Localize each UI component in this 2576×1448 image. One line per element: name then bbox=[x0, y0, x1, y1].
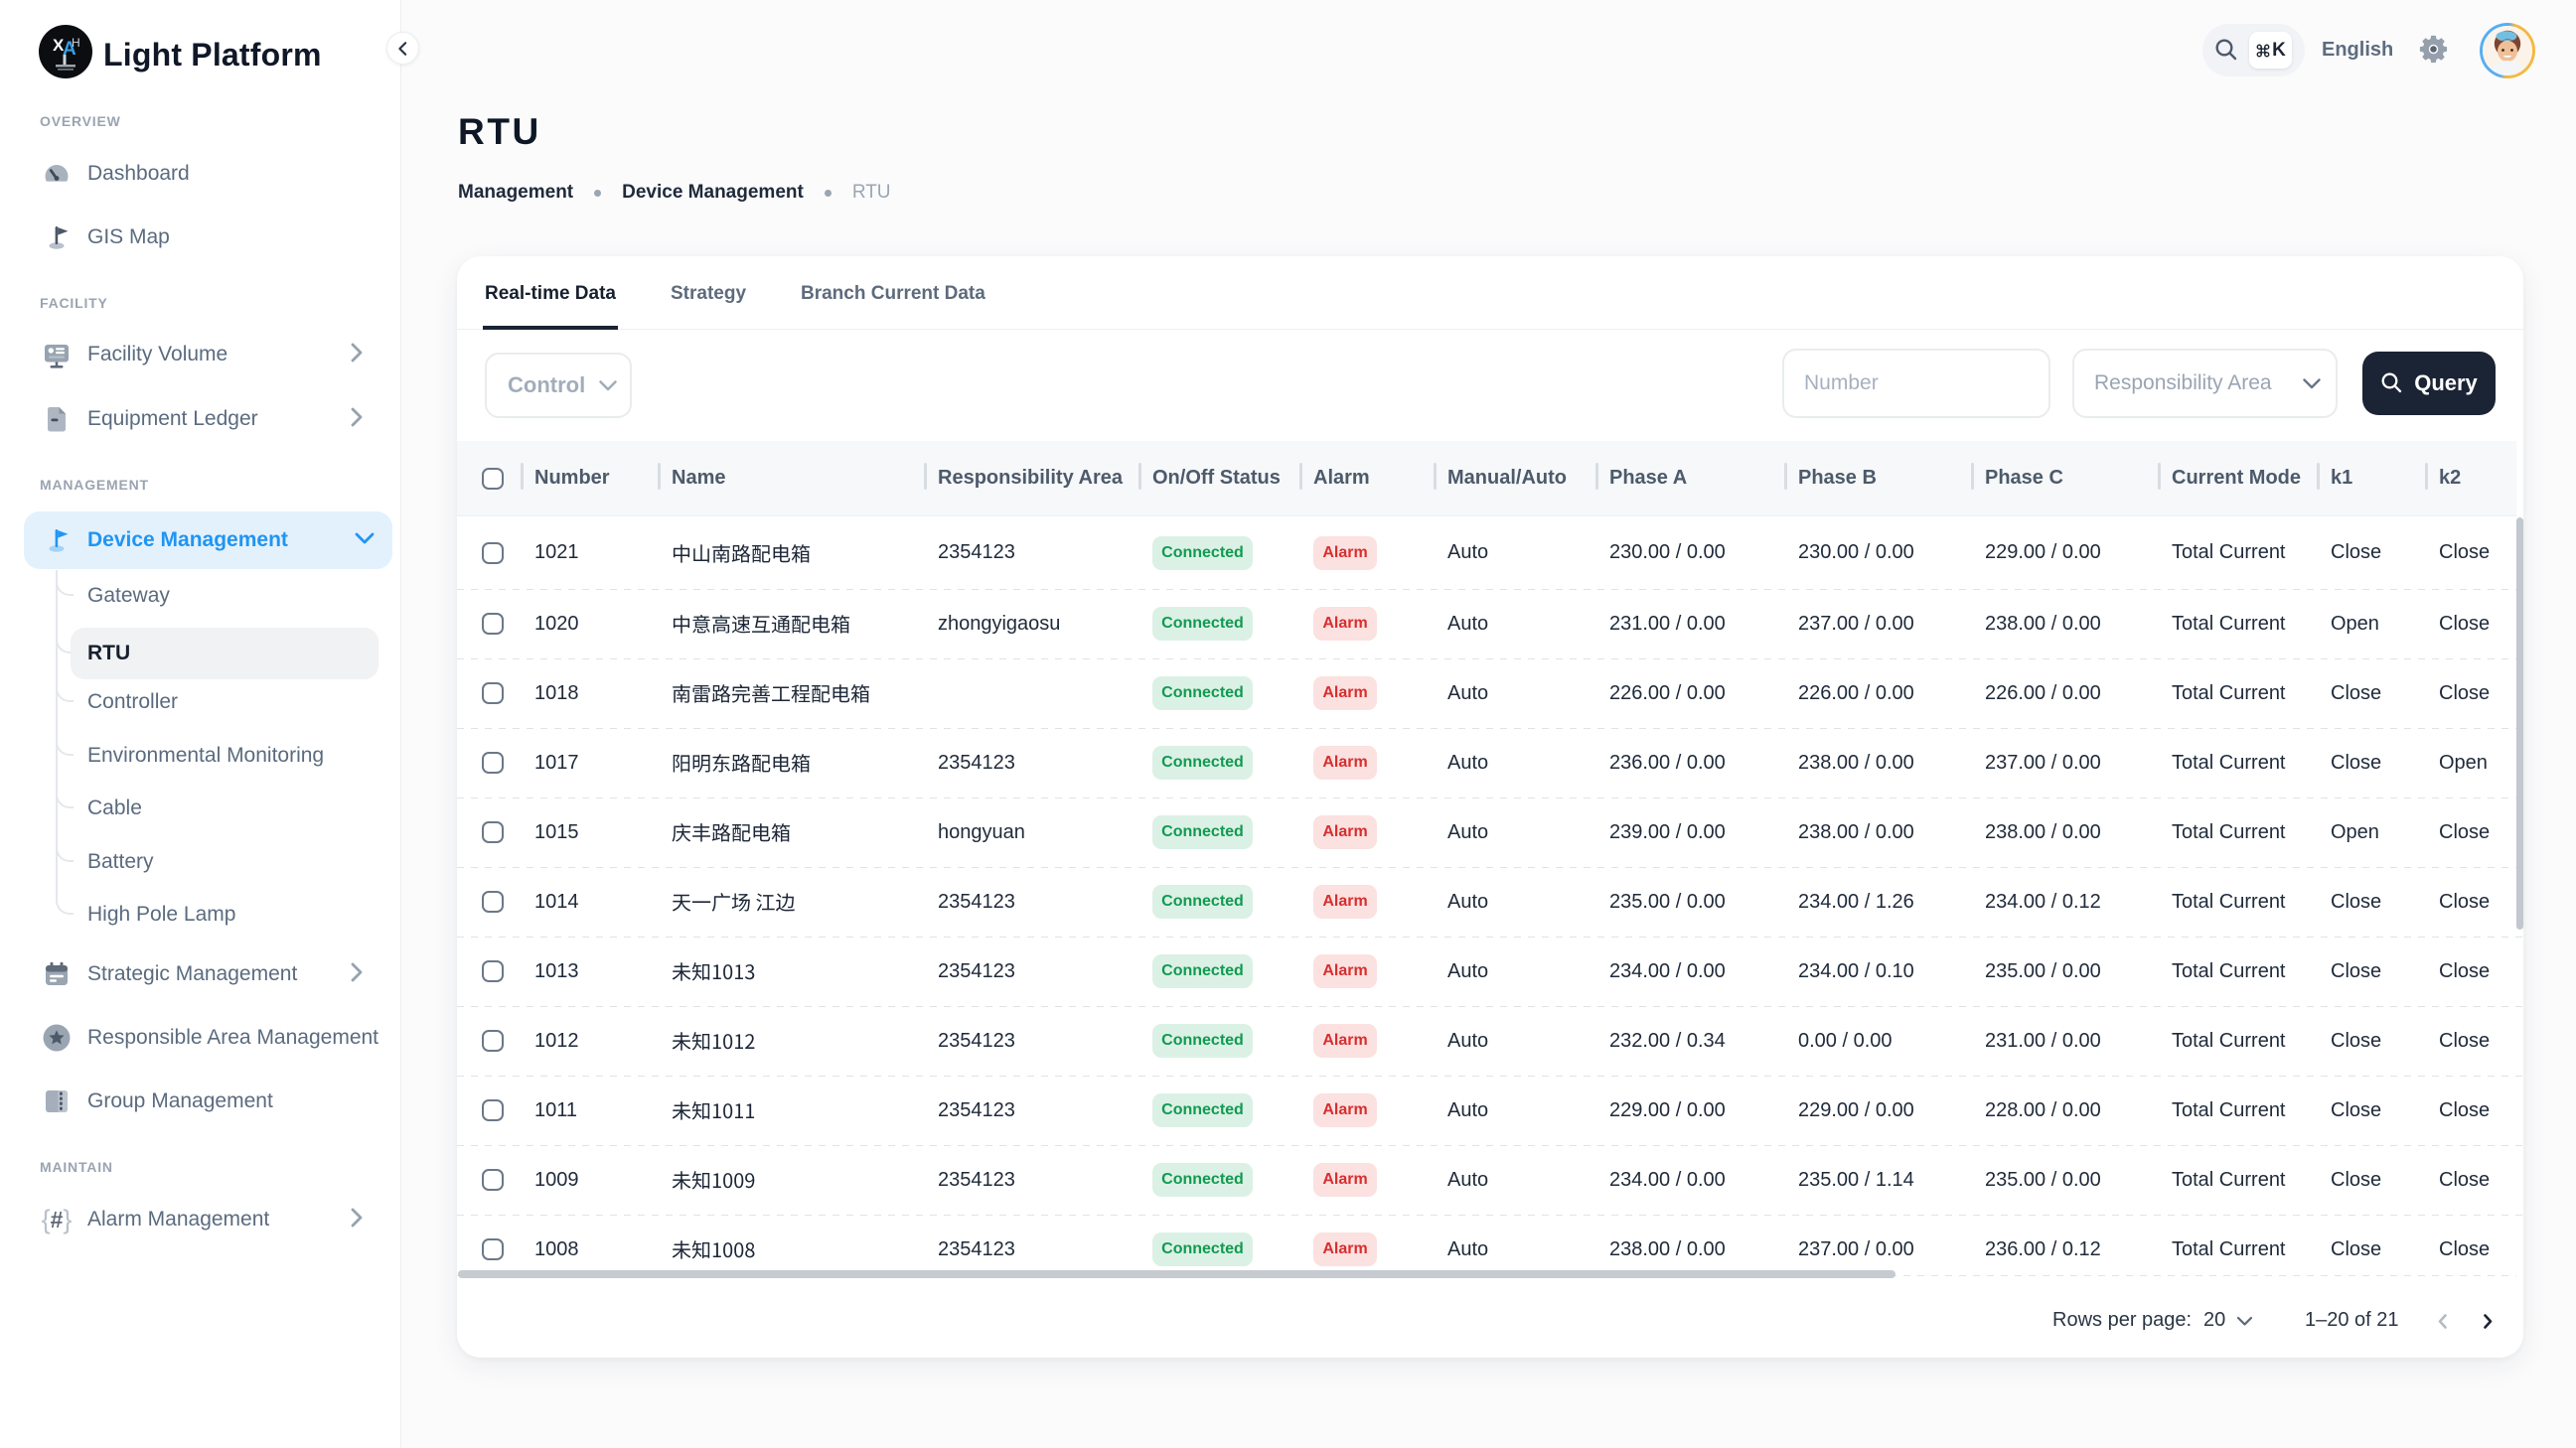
svg-text:H: H bbox=[72, 36, 80, 50]
